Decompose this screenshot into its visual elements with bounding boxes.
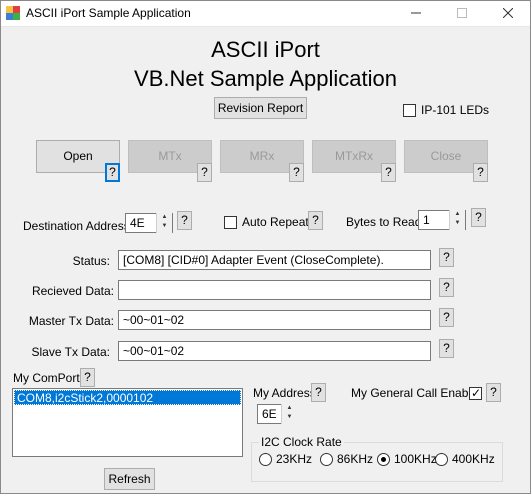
heading-line-2: VB.Net Sample Application — [134, 66, 397, 91]
ip101-leds-label: IP-101 LEDs — [421, 103, 490, 117]
my-address-spinner[interactable]: ▲ ▼ — [281, 404, 297, 424]
master-tx-field[interactable]: ~00~01~02 — [118, 310, 431, 330]
my-comport-listbox[interactable]: COM8,i2cStick2,0000102 — [12, 388, 243, 457]
refresh-button[interactable]: Refresh — [104, 468, 155, 490]
app-icon — [6, 6, 20, 20]
spin-up-icon[interactable]: ▲ — [282, 404, 297, 413]
bytes-to-read-label: Bytes to Read — [346, 215, 422, 229]
master-tx-label: Master Tx Data: — [28, 314, 114, 328]
status-label: Status: — [72, 254, 110, 268]
slave-tx-label: Slave Tx Data: — [31, 345, 110, 359]
received-data-help-button[interactable]: ? — [439, 278, 454, 297]
mtxrx-help-button[interactable]: ? — [381, 163, 396, 182]
ip101-leds-checkbox[interactable] — [403, 104, 416, 117]
my-comport-help-button[interactable]: ? — [80, 368, 95, 387]
status-help-button[interactable]: ? — [439, 248, 454, 267]
radio-86khz-label: 86KHz — [337, 452, 374, 466]
destination-address-label: Destination Address — [23, 219, 130, 233]
radio-23khz-label: 23KHz — [276, 452, 313, 466]
radio-400khz[interactable] — [435, 453, 448, 466]
spin-down-icon[interactable]: ▼ — [157, 222, 172, 231]
auto-repeat-label: Auto Repeat — [242, 215, 309, 229]
slave-tx-help-button[interactable]: ? — [439, 339, 454, 358]
spin-up-icon[interactable]: ▲ — [450, 210, 465, 219]
window-title: ASCII iPort Sample Application — [26, 6, 191, 20]
general-call-checkbox[interactable]: ✓ — [469, 386, 482, 400]
revision-report-button[interactable]: Revision Report — [214, 97, 307, 119]
radio-400khz-label: 400KHz — [452, 452, 495, 466]
minimize-icon[interactable] — [393, 0, 439, 27]
radio-selected-dot — [381, 457, 386, 462]
my-comport-label: My ComPort — [13, 371, 80, 385]
destination-address-help-button[interactable]: ? — [177, 211, 192, 230]
heading-line-1: ASCII iPort — [211, 37, 320, 62]
bytes-to-read-spinner[interactable]: ▲ ▼ — [449, 210, 465, 230]
maximize-icon — [439, 0, 485, 27]
my-address-help-button[interactable]: ? — [311, 383, 326, 402]
master-tx-help-button[interactable]: ? — [439, 308, 454, 327]
radio-100khz-label: 100KHz — [394, 452, 437, 466]
destination-address-spinner[interactable]: ▲ ▼ — [156, 213, 172, 233]
received-data-label: Recieved Data: — [31, 284, 114, 298]
bytes-to-read-help-button[interactable]: ? — [471, 208, 486, 227]
mrx-help-button[interactable]: ? — [289, 163, 304, 182]
radio-100khz[interactable] — [377, 453, 390, 466]
title-bar: ASCII iPort Sample Application — [0, 0, 531, 27]
spin-down-icon[interactable]: ▼ — [282, 413, 297, 422]
auto-repeat-checkbox[interactable] — [224, 216, 237, 229]
close-help-button[interactable]: ? — [473, 163, 488, 182]
spin-down-icon[interactable]: ▼ — [450, 219, 465, 228]
spin-up-icon[interactable]: ▲ — [157, 213, 172, 222]
radio-23khz[interactable] — [259, 453, 272, 466]
i2c-clock-title: I2C Clock Rate — [259, 435, 344, 449]
open-help-button[interactable]: ? — [105, 163, 120, 182]
status-field[interactable]: [COM8] [CID#0] Adapter Event (CloseCompl… — [118, 250, 431, 270]
mtx-help-button[interactable]: ? — [197, 163, 212, 182]
auto-repeat-help-button[interactable]: ? — [308, 211, 323, 230]
received-data-field[interactable] — [118, 280, 431, 300]
general-call-help-button[interactable]: ? — [486, 383, 501, 402]
my-address-label: My Address — [253, 386, 316, 400]
radio-86khz[interactable] — [320, 453, 333, 466]
checkmark-icon: ✓ — [471, 386, 482, 400]
general-call-label: My General Call Enable — [351, 386, 478, 400]
slave-tx-field[interactable]: ~00~01~02 — [118, 341, 431, 361]
list-item[interactable]: COM8,i2cStick2,0000102 — [14, 390, 241, 405]
close-icon[interactable] — [485, 0, 531, 27]
